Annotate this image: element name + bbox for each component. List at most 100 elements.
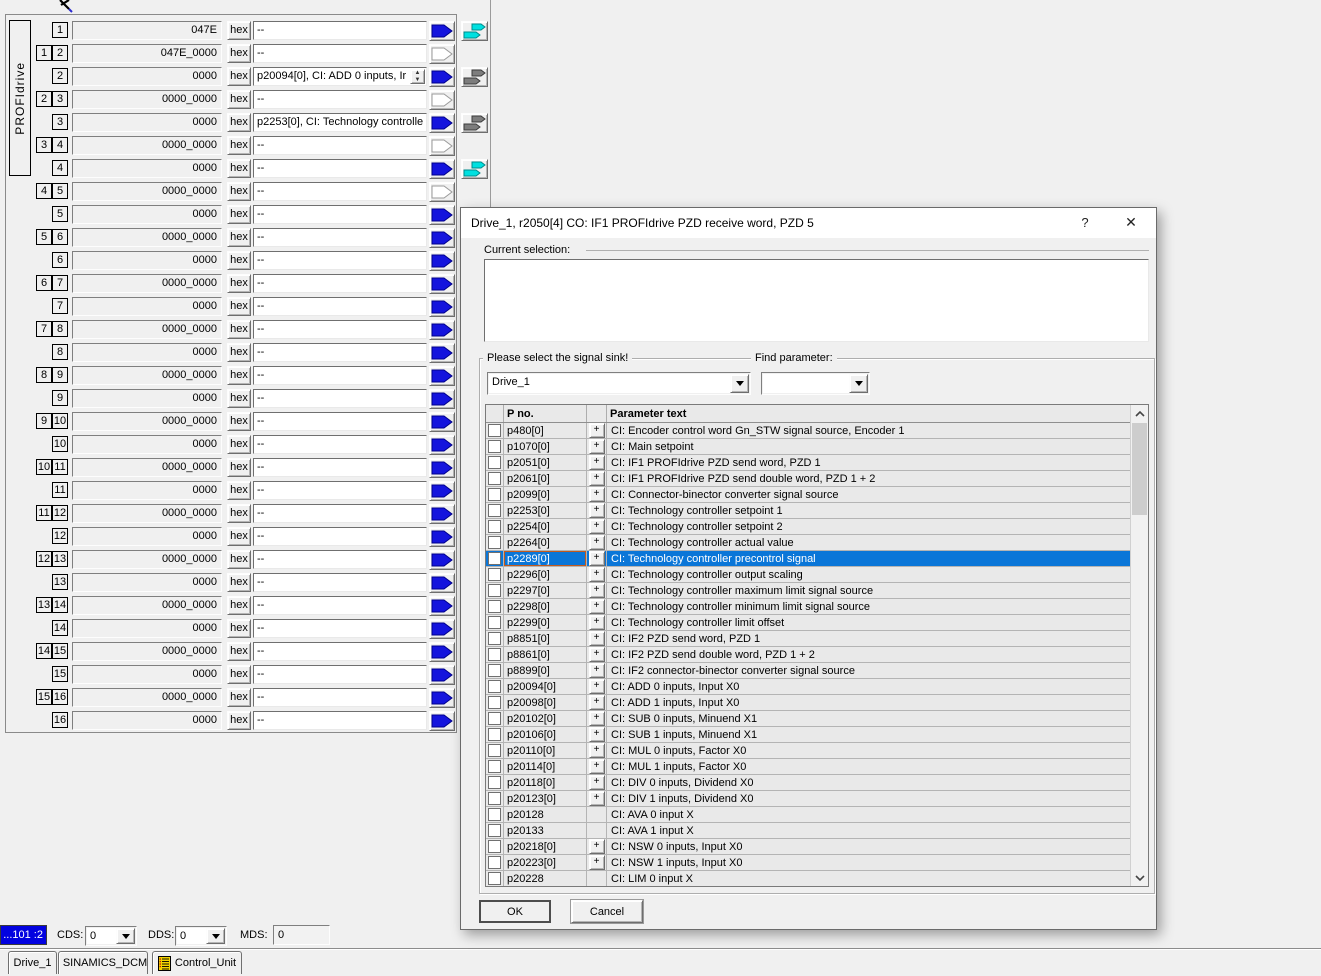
pzd-value-field[interactable]: 0000_0000 <box>72 688 222 707</box>
interconnect-arrow-button[interactable] <box>429 596 455 616</box>
cancel-button[interactable]: Cancel <box>571 900 643 923</box>
hex-button[interactable]: hex <box>227 297 251 316</box>
signal-source-field[interactable]: -- <box>253 274 427 293</box>
signal-source-field[interactable]: -- <box>253 90 427 109</box>
expand-button[interactable]: + <box>588 631 605 646</box>
table-row[interactable]: p20110[0] + CI: MUL 0 inputs, Factor X0 <box>486 743 1132 759</box>
expand-button[interactable]: + <box>588 839 605 854</box>
pzd-value-field[interactable]: 0000 <box>72 435 222 454</box>
expand-button[interactable]: + <box>588 455 605 470</box>
signal-source-field[interactable]: -- <box>253 665 427 684</box>
interconnect-arrow-button[interactable] <box>429 21 455 41</box>
chevron-down-icon[interactable] <box>849 374 868 393</box>
param-checkbox[interactable] <box>488 696 501 709</box>
pzd-value-field[interactable]: 0000 <box>72 389 222 408</box>
hex-button[interactable]: hex <box>227 412 251 431</box>
table-row[interactable]: p1070[0] + CI: Main setpoint <box>486 439 1132 455</box>
param-checkbox[interactable] <box>488 760 501 773</box>
table-scrollbar[interactable] <box>1130 405 1148 886</box>
hex-button[interactable]: hex <box>227 458 251 477</box>
signal-source-field[interactable]: -- <box>253 596 427 615</box>
param-checkbox[interactable] <box>488 840 501 853</box>
table-row[interactable]: p2297[0] + CI: Technology controller maxim… <box>486 583 1132 599</box>
expand-button[interactable]: + <box>588 551 605 566</box>
pzd-value-field[interactable]: 0000_0000 <box>72 412 222 431</box>
param-checkbox[interactable] <box>488 856 501 869</box>
pzd-value-field[interactable]: 0000 <box>72 527 222 546</box>
pzd-value-field[interactable]: 0000 <box>72 573 222 592</box>
expand-button[interactable]: + <box>588 599 605 614</box>
chevron-down-icon[interactable] <box>116 928 135 944</box>
interconnect-arrow-button[interactable] <box>429 527 455 547</box>
param-checkbox[interactable] <box>488 712 501 725</box>
hex-button[interactable]: hex <box>227 665 251 684</box>
param-checkbox[interactable] <box>488 472 501 485</box>
hex-button[interactable]: hex <box>227 274 251 293</box>
pzd-value-field[interactable]: 0000_0000 <box>72 320 222 339</box>
table-row[interactable]: p480[0] + CI: Encoder control word Gn_STW … <box>486 423 1132 439</box>
expand-button[interactable]: + <box>588 663 605 678</box>
interconnect-arrow-button[interactable] <box>429 320 455 340</box>
table-row[interactable]: p20123[0] + CI: DIV 1 inputs, Dividend X0 <box>486 791 1132 807</box>
param-checkbox[interactable] <box>488 776 501 789</box>
interconnect-arrow-button[interactable] <box>429 205 455 225</box>
pzd-value-field[interactable]: 0000_0000 <box>72 642 222 661</box>
pzd-value-field[interactable]: 0000 <box>72 113 222 132</box>
signal-source-field[interactable]: -- <box>253 343 427 362</box>
table-row[interactable]: p20114[0] + CI: MUL 1 inputs, Factor X0 <box>486 759 1132 775</box>
interconnect-arrow-button[interactable] <box>429 711 455 731</box>
interconnect-arrow-button[interactable] <box>429 44 455 64</box>
param-checkbox[interactable] <box>488 568 501 581</box>
expand-button[interactable]: + <box>588 583 605 598</box>
param-checkbox[interactable] <box>488 872 501 885</box>
param-checkbox[interactable] <box>488 808 501 821</box>
param-checkbox[interactable] <box>488 536 501 549</box>
interconnect-arrow-button[interactable] <box>429 389 455 409</box>
interconnect-arrow-button[interactable] <box>429 435 455 455</box>
expand-button[interactable]: + <box>588 711 605 726</box>
param-checkbox[interactable] <box>488 824 501 837</box>
connector-link-icon[interactable] <box>461 159 488 179</box>
interconnect-arrow-button[interactable] <box>429 251 455 271</box>
signal-source-field[interactable]: -- <box>253 159 427 178</box>
signal-source-field[interactable]: -- <box>253 435 427 454</box>
pzd-value-field[interactable]: 047E <box>72 21 222 40</box>
hex-button[interactable]: hex <box>227 481 251 500</box>
hex-button[interactable]: hex <box>227 527 251 546</box>
hex-button[interactable]: hex <box>227 343 251 362</box>
pzd-value-field[interactable]: 0000_0000 <box>72 550 222 569</box>
table-row[interactable]: p2253[0] + CI: Technology controller setpo… <box>486 503 1132 519</box>
signal-source-field[interactable]: -- <box>253 389 427 408</box>
table-row[interactable]: p20118[0] + CI: DIV 0 inputs, Dividend X0 <box>486 775 1132 791</box>
signal-source-field[interactable]: -- <box>253 573 427 592</box>
hex-button[interactable]: hex <box>227 21 251 40</box>
interconnect-arrow-button[interactable] <box>429 504 455 524</box>
hex-button[interactable]: hex <box>227 251 251 270</box>
expand-button[interactable]: + <box>588 647 605 662</box>
pzd-value-field[interactable]: 0000_0000 <box>72 366 222 385</box>
hex-button[interactable]: hex <box>227 711 251 730</box>
pzd-value-field[interactable]: 0000_0000 <box>72 504 222 523</box>
pzd-value-field[interactable]: 0000 <box>72 343 222 362</box>
interconnect-arrow-button[interactable] <box>429 274 455 294</box>
pzd-value-field[interactable]: 0000 <box>72 251 222 270</box>
hex-button[interactable]: hex <box>227 228 251 247</box>
hex-button[interactable]: hex <box>227 113 251 132</box>
param-checkbox[interactable] <box>488 424 501 437</box>
pzd-value-field[interactable]: 0000 <box>72 665 222 684</box>
interconnect-arrow-button[interactable] <box>429 481 455 501</box>
table-row[interactable]: p8851[0] + CI: IF2 PZD send word, PZD 1 <box>486 631 1132 647</box>
expand-button[interactable]: + <box>588 471 605 486</box>
hex-button[interactable]: hex <box>227 44 251 63</box>
interconnect-arrow-button[interactable] <box>429 573 455 593</box>
signal-source-field[interactable]: -- <box>253 228 427 247</box>
expand-button[interactable]: + <box>588 743 605 758</box>
hex-button[interactable]: hex <box>227 573 251 592</box>
expand-button[interactable]: + <box>588 535 605 550</box>
signal-source-field[interactable]: p20094[0], CI: ADD 0 inputs, Ir ▲ ▼ <box>253 67 427 86</box>
pzd-value-field[interactable]: 0000 <box>72 297 222 316</box>
param-checkbox[interactable] <box>488 584 501 597</box>
pzd-value-field[interactable]: 0000 <box>72 67 222 86</box>
table-row[interactable]: p20106[0] + CI: SUB 1 inputs, Minuend X1 <box>486 727 1132 743</box>
tab-drive-1[interactable]: Drive_1 <box>8 951 57 974</box>
